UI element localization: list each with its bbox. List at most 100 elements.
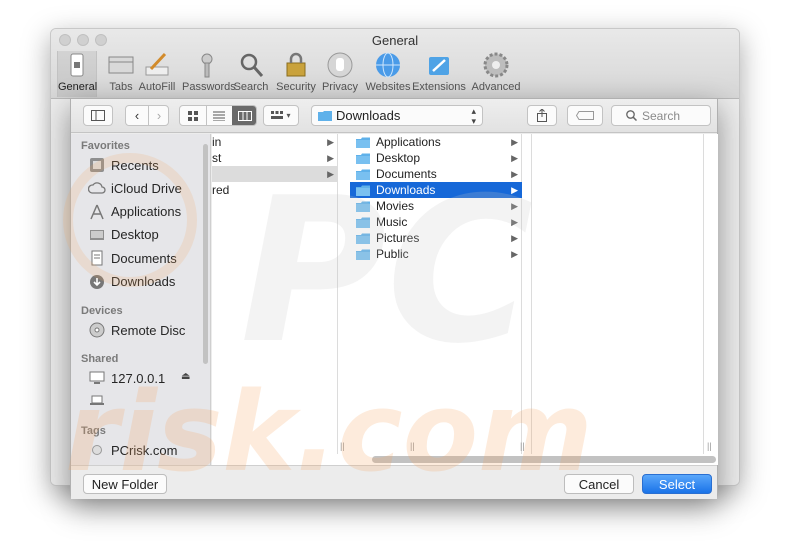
sidebar-icon	[91, 110, 105, 121]
sidebar-item-label: Downloads	[111, 274, 176, 289]
sidebar-toggle-button[interactable]	[83, 105, 113, 126]
folder-icon	[356, 153, 370, 164]
column-resize-handle[interactable]: ||	[340, 441, 345, 451]
applications-icon	[90, 204, 104, 219]
pref-tab-label: Advanced	[471, 81, 521, 93]
favorites-heading: Favorites	[81, 140, 130, 152]
chevron-right-icon: ▶	[511, 185, 518, 195]
sidebar-item-device[interactable]	[71, 389, 199, 411]
folder-row[interactable]: Music ▶	[350, 214, 522, 230]
pref-tab-websites[interactable]: Websites	[364, 51, 412, 97]
pref-tab-label: Search	[233, 81, 269, 93]
sidebar-item-127-0-0-1[interactable]: 127.0.0.1	[71, 367, 199, 389]
sidebar-item-applications[interactable]: Applications	[71, 201, 199, 223]
cancel-button[interactable]: Cancel	[564, 474, 634, 494]
shared-heading: Shared	[81, 353, 119, 365]
pref-tab-extensions[interactable]: Extensions	[411, 51, 467, 97]
folder-row[interactable]: Documents ▶	[350, 166, 522, 182]
cloud-icon	[88, 182, 106, 194]
folder-name: Music	[376, 215, 408, 229]
recents-icon	[90, 158, 104, 172]
column-resize-handle[interactable]: ||	[410, 441, 415, 451]
puzzle-icon	[429, 57, 449, 75]
sidebar-item-desktop[interactable]: Desktop	[71, 224, 199, 246]
list-item[interactable]: st ▶	[212, 150, 338, 166]
pref-tab-general[interactable]: General	[57, 51, 97, 97]
column-resize-handle[interactable]: ||	[520, 441, 525, 451]
sidebar-scrollbar[interactable]	[203, 144, 208, 364]
sidebar-item-downloads[interactable]: Downloads	[71, 271, 199, 293]
tags-button[interactable]	[567, 105, 603, 126]
folder-name: Public	[376, 247, 409, 261]
list-item[interactable]: red	[212, 182, 338, 198]
select-button[interactable]: Select	[642, 474, 712, 494]
search-field[interactable]: Search	[611, 105, 711, 126]
sidebar-item-label: iCloud Drive	[111, 180, 182, 196]
folder-icon	[356, 185, 370, 196]
pref-tab-label: Tabs	[109, 81, 133, 93]
dialog-footer: New Folder Cancel Select	[71, 465, 717, 499]
column-view-button[interactable]	[232, 106, 256, 125]
new-folder-button[interactable]: New Folder	[83, 474, 167, 494]
sidebar-item-label: Recents	[111, 157, 159, 173]
list-view-button[interactable]	[206, 106, 232, 125]
folder-row[interactable]: Pictures ▶	[350, 230, 522, 246]
column-gap	[522, 134, 532, 454]
pref-tab-label: Passwords	[182, 81, 236, 93]
list-icon	[213, 111, 225, 121]
chevron-right-icon: ▶	[511, 249, 518, 259]
item-label: in	[212, 135, 222, 149]
folder-row[interactable]: Downloads ▶	[350, 182, 522, 198]
folder-icon	[356, 249, 370, 260]
folder-icon	[356, 233, 370, 244]
pref-tab-search[interactable]: Search	[233, 51, 269, 97]
chevron-right-icon: ▶	[511, 233, 518, 243]
sidebar-item-label: 127.0.0.1	[111, 370, 166, 386]
pref-tab-advanced[interactable]: Advanced	[470, 51, 522, 97]
sidebar-item-remote-disc[interactable]: Remote Disc	[71, 319, 199, 341]
folder-icon	[356, 169, 370, 180]
tags-heading: Tags	[81, 425, 106, 437]
disc-icon	[89, 322, 105, 338]
pref-tab-privacy[interactable]: Privacy	[321, 51, 359, 97]
back-forward-control: ‹ ›	[125, 105, 169, 126]
parent-folder-column: in ▶ st ▶ ▶ red	[212, 134, 338, 454]
sidebar-item-icloud-drive[interactable]: iCloud Drive	[71, 177, 199, 199]
home-folder-column: Applications ▶ Desktop ▶ Documents ▶ Downloads…	[350, 134, 522, 454]
magnifier-icon	[240, 53, 264, 77]
pref-tab-passwords[interactable]: Passwords	[182, 51, 236, 97]
list-item[interactable]: in ▶	[212, 134, 338, 150]
pref-tab-label: AutoFill	[138, 81, 176, 93]
column-resize-handle[interactable]: ||	[707, 441, 712, 451]
tag-icon	[576, 111, 594, 120]
pref-tab-autofill[interactable]: AutoFill	[136, 51, 178, 97]
screen: General General Tabs AutoFill Passwords Sear…	[0, 0, 790, 556]
pref-tab-security[interactable]: Security	[275, 51, 317, 97]
search-icon	[626, 110, 637, 121]
arrange-icon	[271, 111, 284, 119]
folder-row[interactable]: Applications ▶	[350, 134, 522, 150]
list-item[interactable]: ▶	[212, 166, 338, 182]
download-icon	[90, 274, 104, 289]
pref-tab-label: Privacy	[321, 81, 359, 93]
horizontal-scrollbar[interactable]	[372, 456, 716, 463]
sidebar-item-documents[interactable]: Documents	[71, 247, 199, 269]
sidebar-item-pcrisk-com[interactable]: PCrisk.com	[71, 439, 199, 461]
share-button[interactable]	[527, 105, 557, 126]
eject-icon[interactable]: ⏏	[181, 371, 190, 382]
folder-row[interactable]: Movies ▶	[350, 198, 522, 214]
sidebar-item-label: Desktop	[111, 227, 159, 243]
folder-row[interactable]: Desktop ▶	[350, 150, 522, 166]
folder-row[interactable]: Public ▶	[350, 246, 522, 262]
monitor-icon	[89, 371, 105, 384]
lock-icon	[286, 52, 306, 77]
pref-tab-tabs[interactable]: Tabs	[106, 51, 136, 97]
group-by-button[interactable]: ▾	[263, 105, 299, 126]
location-popup[interactable]: Downloads ▴ ▾	[311, 105, 483, 126]
sidebar-item-recents[interactable]: Recents	[71, 154, 199, 176]
forward-button[interactable]: ›	[148, 108, 170, 123]
back-button[interactable]: ‹	[126, 108, 148, 123]
tabs-icon	[108, 56, 134, 74]
icon-view-button[interactable]	[180, 106, 206, 125]
location-label: Downloads	[336, 108, 401, 123]
